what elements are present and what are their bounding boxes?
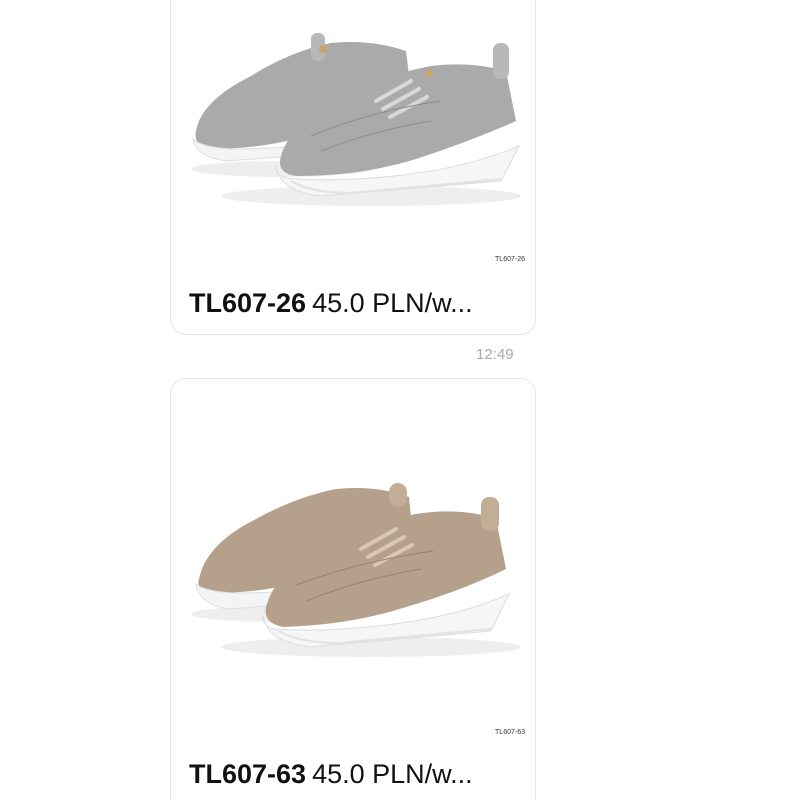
- product-caption: TL607-26 45.0 PLN/w...: [189, 288, 517, 319]
- product-image[interactable]: [171, 0, 535, 271]
- product-message-card[interactable]: TL607-26 TL607-26 45.0 PLN/w...: [170, 0, 536, 335]
- image-sku-tag: TL607-26: [495, 256, 525, 263]
- product-message-card[interactable]: TL607-63 TL607-63 45.0 PLN/w...: [170, 378, 536, 800]
- sneaker-pair-image: [191, 33, 521, 206]
- product-code: TL607-26: [189, 288, 307, 318]
- message-timestamp: 12:49: [476, 346, 514, 363]
- image-sku-tag: TL607-63: [495, 729, 525, 736]
- product-code: TL607-63: [189, 759, 307, 789]
- product-image[interactable]: [171, 379, 535, 751]
- chat-thread: TL607-26 TL607-26 45.0 PLN/w... 12:49 TL…: [0, 0, 800, 800]
- product-caption: TL607-63 45.0 PLN/w...: [189, 759, 517, 790]
- product-price: 45.0 PLN/w...: [312, 759, 473, 789]
- product-price: 45.0 PLN/w...: [312, 288, 473, 318]
- sneaker-pair-image: [191, 483, 521, 657]
